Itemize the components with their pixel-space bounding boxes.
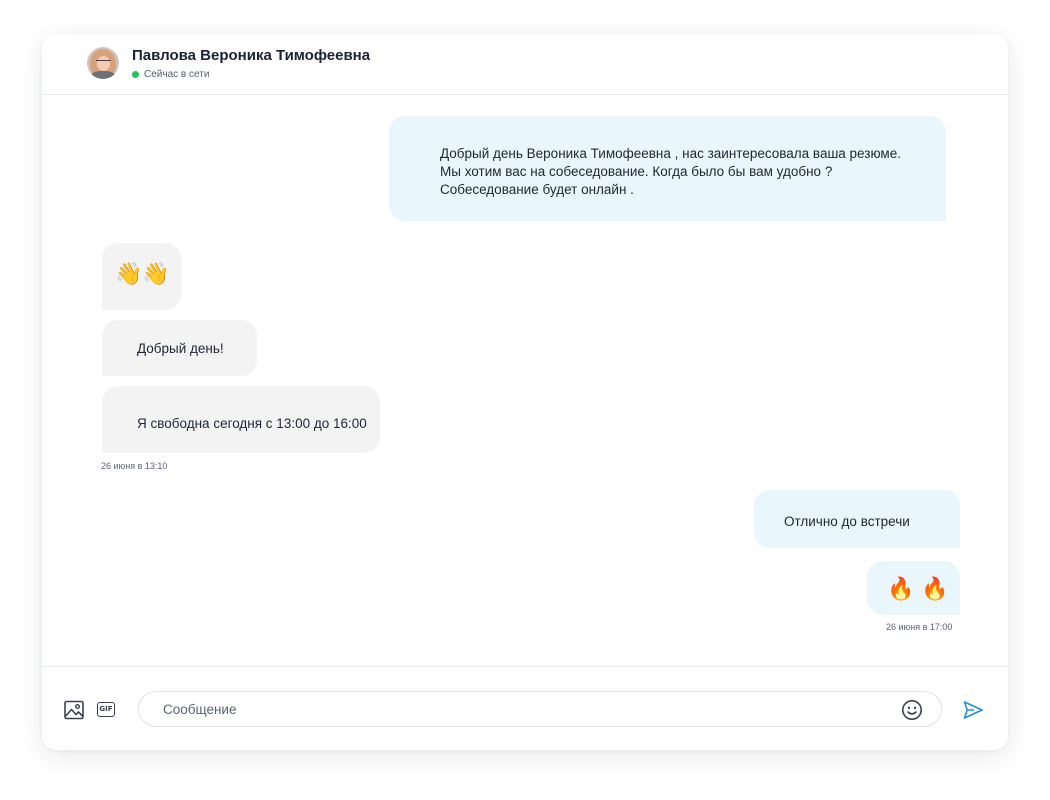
message-text: Отлично до встречи <box>784 514 910 529</box>
waving-hand-emoji: 👋👋 <box>115 262 170 287</box>
message-composer: GIF <box>42 666 1008 750</box>
send-icon[interactable] <box>962 699 984 721</box>
gif-label: GIF <box>97 702 115 717</box>
message-text: Я свободна сегодня с 13:00 до 16:00 <box>137 416 367 431</box>
contact-avatar[interactable] <box>87 47 119 79</box>
online-status-text: Сейчас в сети <box>144 69 210 80</box>
message-incoming-greeting: Добрый день! <box>102 320 257 376</box>
chat-header: Павлова Вероника Тимофеевна Сейчас в сет… <box>42 34 1008 95</box>
online-status-dot <box>132 71 139 78</box>
chat-window: Павлова Вероника Тимофеевна Сейчас в сет… <box>42 34 1008 750</box>
message-timestamp: 26 июня в 17:00 <box>886 622 953 632</box>
fire-emoji: 🔥 🔥 <box>887 577 949 602</box>
message-line: Добрый день Вероника Тимофеевна , нас за… <box>440 146 901 161</box>
message-outgoing-invitation: Добрый день Вероника Тимофеевна , нас за… <box>389 116 946 221</box>
message-text: Добрый день! <box>137 341 224 356</box>
message-outgoing-fire-emoji: 🔥 🔥 <box>867 561 960 615</box>
message-incoming-availability: Я свободна сегодня с 13:00 до 16:00 <box>102 386 380 453</box>
message-timestamp: 26 июня в 13:10 <box>101 461 168 471</box>
message-line: Мы хотим вас на собеседование. Когда был… <box>440 164 833 179</box>
message-incoming-wave-emoji: 👋👋 <box>102 243 181 310</box>
message-line: Собеседование будет онлайн . <box>440 182 634 197</box>
gif-button[interactable]: GIF <box>96 699 118 721</box>
message-outgoing-confirmation: Отлично до встречи <box>754 490 960 548</box>
contact-name[interactable]: Павлова Вероника Тимофеевна <box>132 47 370 64</box>
image-icon[interactable] <box>63 699 85 721</box>
message-input[interactable] <box>138 691 942 727</box>
smile-icon[interactable] <box>901 699 923 721</box>
